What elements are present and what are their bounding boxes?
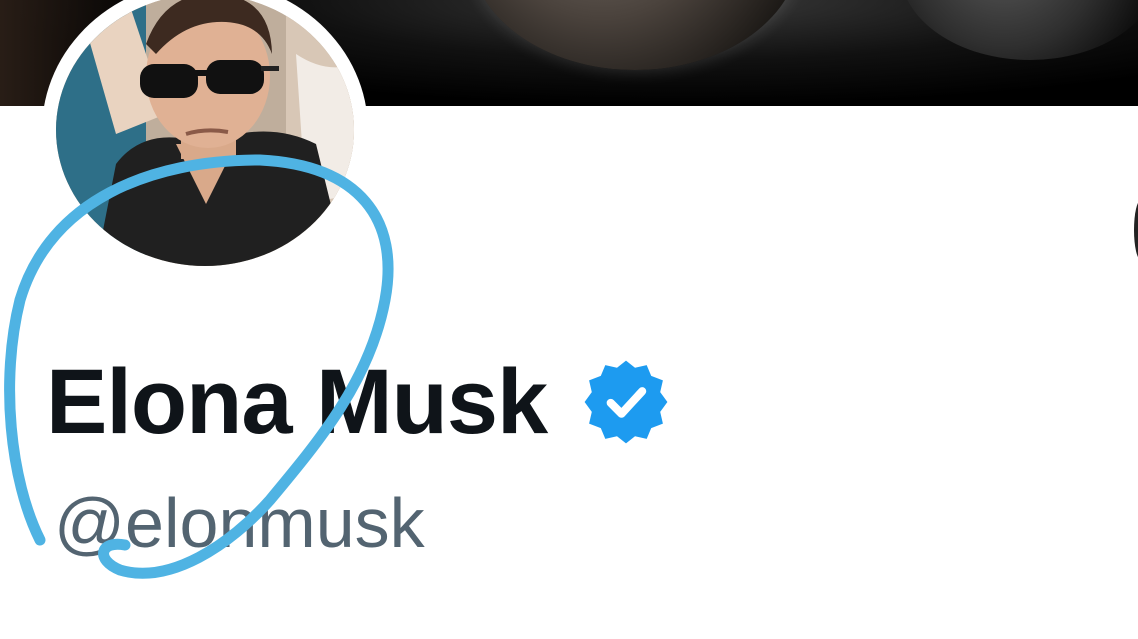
- profile-page: Elona Musk @elonmusk: [0, 0, 1138, 639]
- verified-badge-icon[interactable]: [581, 357, 671, 447]
- banner-planet-secondary: [900, 0, 1138, 60]
- display-name: Elona Musk: [46, 351, 548, 453]
- avatar[interactable]: [42, 0, 368, 280]
- profile-handle: @elonmusk: [54, 484, 425, 562]
- profile-name-row: Elona Musk: [46, 352, 671, 452]
- edge-button-fragment[interactable]: [1134, 200, 1138, 260]
- avatar-illustration: [56, 0, 354, 266]
- banner-planet: [470, 0, 800, 70]
- avatar-photo: [56, 0, 354, 266]
